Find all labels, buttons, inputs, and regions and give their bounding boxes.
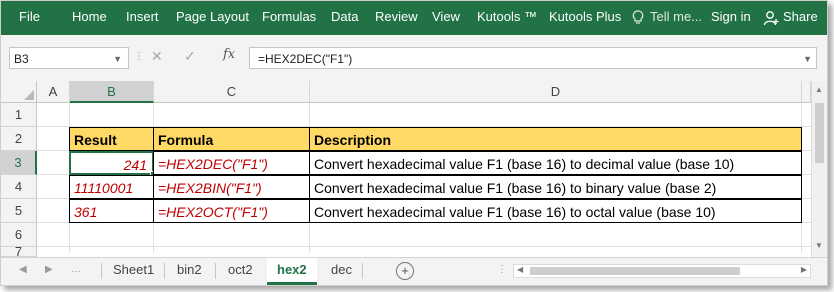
row-header-4[interactable]: 4: [1, 175, 37, 199]
excel-window: File Home Insert Page Layout Formulas Da…: [0, 0, 828, 286]
tab-review[interactable]: Review: [375, 1, 418, 35]
gridline: [37, 246, 811, 247]
next-sheet-icon[interactable]: ▶: [45, 264, 53, 275]
prev-sheet-icon[interactable]: ◀: [19, 264, 27, 275]
header-cell-formula[interactable]: Formula: [153, 127, 310, 151]
tab-divider: [362, 263, 363, 279]
tab-divider: [164, 263, 165, 279]
sheet-tab-bin2[interactable]: bin2: [177, 258, 202, 282]
tab-page-layout[interactable]: Page Layout: [176, 1, 249, 35]
insert-function-icon[interactable]: fx: [223, 47, 235, 62]
row-header-1[interactable]: 1: [1, 103, 37, 127]
cell-b3-result[interactable]: 241: [69, 151, 154, 175]
tab-kutools-plus[interactable]: Kutools Plus: [549, 1, 621, 35]
row-header-7[interactable]: 7: [1, 247, 37, 257]
name-box-dropdown-icon[interactable]: ▼: [113, 48, 122, 70]
header-cell-description[interactable]: Description: [309, 127, 802, 151]
tab-insert[interactable]: Insert: [126, 1, 159, 35]
column-header-b[interactable]: B: [70, 81, 154, 103]
row-header-2[interactable]: 2: [1, 127, 37, 151]
formula-text: =HEX2DEC("F1"): [258, 52, 353, 66]
tab-file[interactable]: File: [19, 1, 40, 35]
cell-c5-formula[interactable]: =HEX2OCT("F1"): [153, 199, 310, 223]
scroll-up-icon[interactable]: ▲: [815, 85, 823, 94]
horizontal-scrollbar[interactable]: ◀ ▶: [513, 264, 811, 278]
horizontal-scroll-thumb[interactable]: [530, 267, 740, 275]
resize-dots-icon[interactable]: ⋮: [134, 51, 145, 62]
select-all-corner[interactable]: [1, 81, 37, 103]
tab-home[interactable]: Home: [72, 1, 107, 35]
formula-bar: B3 ▼ ⋮ ✕ ✓ fx =HEX2DEC("F1") ▼: [1, 35, 827, 81]
column-header-c[interactable]: C: [154, 81, 310, 103]
scroll-down-icon[interactable]: ▼: [815, 241, 823, 250]
name-box[interactable]: B3 ▼: [9, 47, 129, 69]
lightbulb-icon: [632, 10, 644, 24]
cancel-icon[interactable]: ✕: [151, 48, 163, 65]
vertical-scrollbar[interactable]: ▲ ▼: [811, 81, 827, 257]
sheet-tab-oct2[interactable]: oct2: [228, 258, 253, 282]
tab-formulas[interactable]: Formulas: [262, 1, 316, 35]
tell-me-search[interactable]: Tell me...: [650, 1, 702, 35]
cell-d5-description[interactable]: Convert hexadecimal value F1 (base 16) t…: [309, 199, 802, 223]
row-header-6[interactable]: 6: [1, 223, 37, 247]
cell-d4-description[interactable]: Convert hexadecimal value F1 (base 16) t…: [309, 175, 802, 199]
tab-kutools[interactable]: Kutools ™: [477, 1, 537, 35]
cell-b5-result[interactable]: 361: [69, 199, 154, 223]
tab-view[interactable]: View: [432, 1, 460, 35]
scroll-right-icon[interactable]: ▶: [801, 265, 807, 274]
formula-input[interactable]: =HEX2DEC("F1") ▼: [249, 47, 817, 69]
share-button[interactable]: Share: [783, 1, 818, 35]
sheet-tab-hex2[interactable]: hex2: [267, 258, 317, 285]
sign-in-link[interactable]: Sign in: [711, 1, 751, 35]
cell-d3-description[interactable]: Convert hexadecimal value F1 (base 16) t…: [309, 151, 802, 175]
cell-c4-formula[interactable]: =HEX2BIN("F1"): [153, 175, 310, 199]
column-header-e-partial[interactable]: [802, 81, 811, 103]
cell-b4-result[interactable]: 11110001: [69, 175, 154, 199]
tab-data[interactable]: Data: [331, 1, 358, 35]
tab-divider: [215, 263, 216, 279]
row-header-5[interactable]: 5: [1, 199, 37, 223]
sheet-tab-bar: ◀ ▶ … Sheet1 bin2 oct2 hex2 dec + ⋮ ◀ ▶: [1, 257, 827, 285]
expand-formula-bar-icon[interactable]: ▼: [803, 48, 812, 70]
more-sheets-icon[interactable]: …: [71, 264, 82, 275]
sheet-tab-dec[interactable]: dec: [331, 258, 352, 282]
column-header-a[interactable]: A: [37, 81, 70, 103]
sheet-tab-sheet1[interactable]: Sheet1: [113, 258, 154, 282]
tab-divider: [101, 263, 102, 279]
cell-c3-formula[interactable]: =HEX2DEC("F1"): [153, 151, 310, 175]
enter-icon[interactable]: ✓: [184, 48, 196, 65]
scroll-left-icon[interactable]: ◀: [517, 265, 523, 274]
share-person-icon[interactable]: [763, 10, 779, 26]
header-cell-result[interactable]: Result: [69, 127, 154, 151]
vertical-scroll-thumb[interactable]: [815, 103, 824, 163]
tab-split-handle-icon[interactable]: ⋮: [497, 264, 508, 275]
ribbon-tab-bar: File Home Insert Page Layout Formulas Da…: [1, 1, 827, 35]
name-box-value: B3: [14, 52, 29, 66]
add-sheet-icon[interactable]: +: [396, 262, 414, 280]
row-header-3[interactable]: 3: [1, 151, 37, 175]
column-header-d[interactable]: D: [310, 81, 802, 103]
